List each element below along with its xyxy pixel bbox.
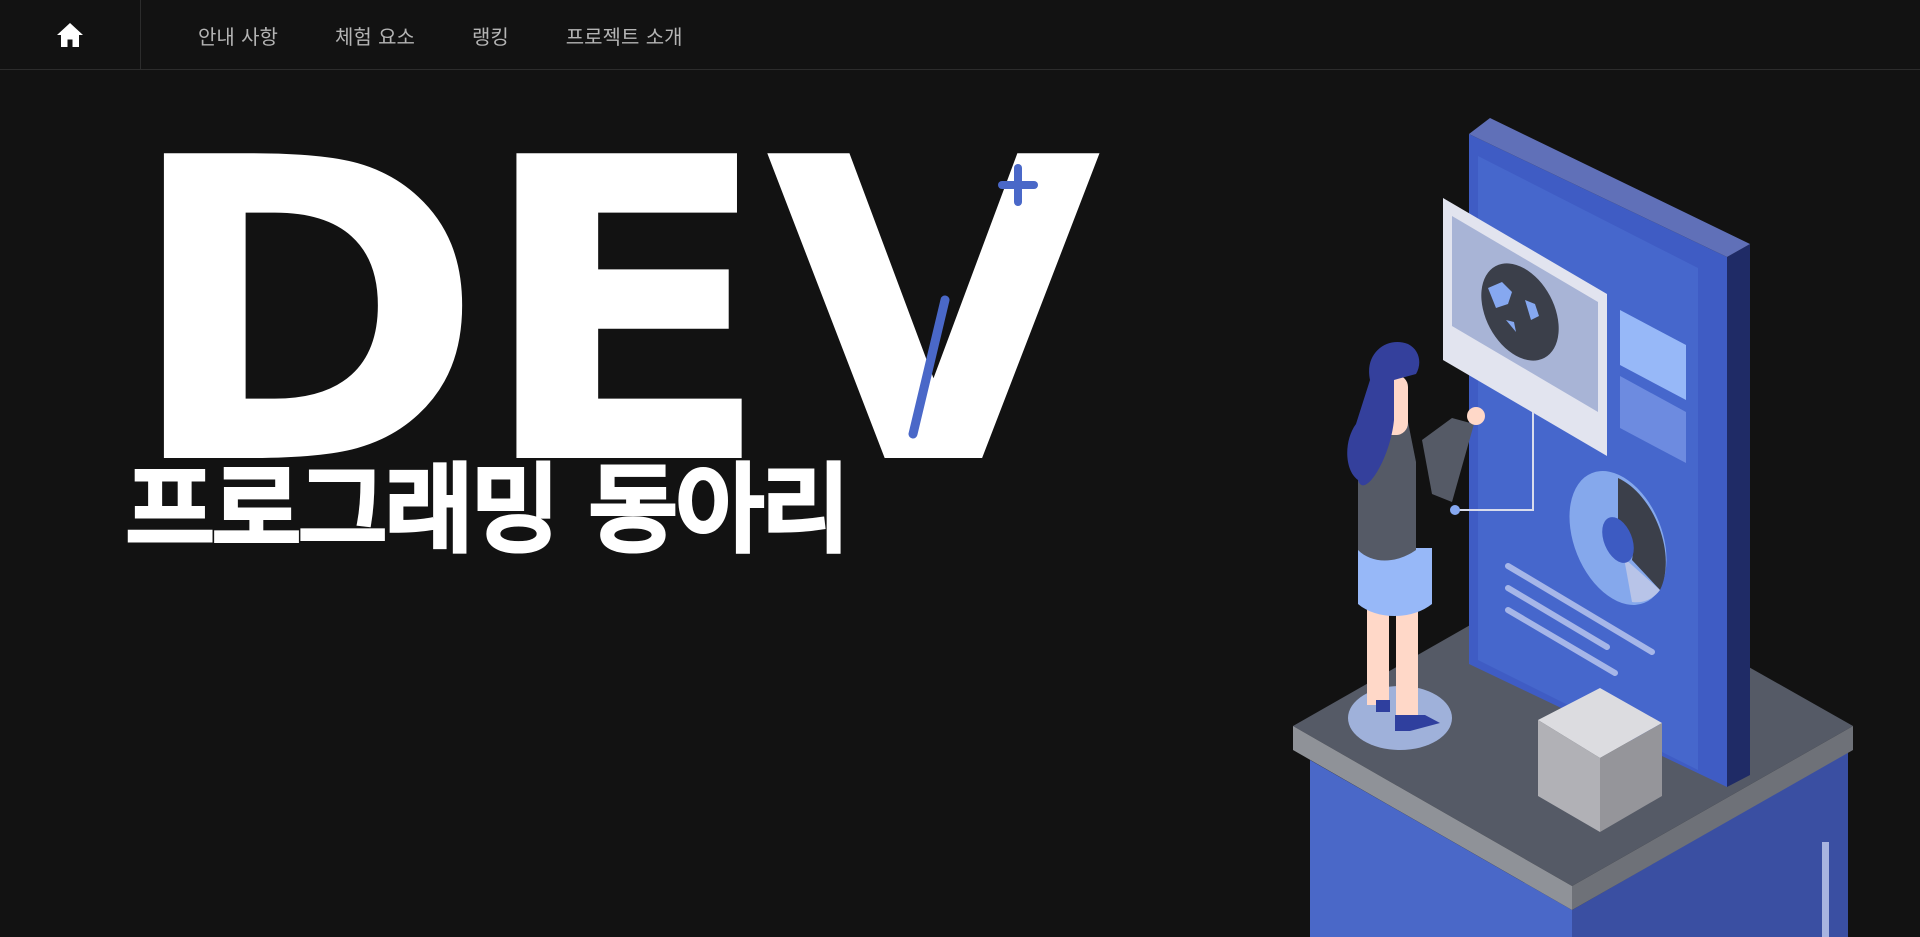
plus-icon (998, 164, 1038, 206)
slash-accent (908, 295, 950, 439)
isometric-kiosk-illustration (1293, 118, 1853, 937)
hero-subtitle: 프로그래밍 동아리 (125, 454, 852, 566)
home-icon (57, 23, 83, 47)
top-navigation-bar: 안내 사항 체험 요소 랭킹 프로젝트 소개 (0, 0, 1920, 70)
nav-item-notice[interactable]: 안내 사항 (198, 21, 278, 50)
main-nav: 안내 사항 체험 요소 랭킹 프로젝트 소개 (198, 0, 740, 70)
nav-item-experience[interactable]: 체험 요소 (335, 21, 415, 50)
nav-item-ranking[interactable]: 랭킹 (472, 21, 509, 50)
nav-item-project-intro[interactable]: 프로젝트 소개 (566, 21, 683, 50)
home-button[interactable] (0, 0, 141, 70)
